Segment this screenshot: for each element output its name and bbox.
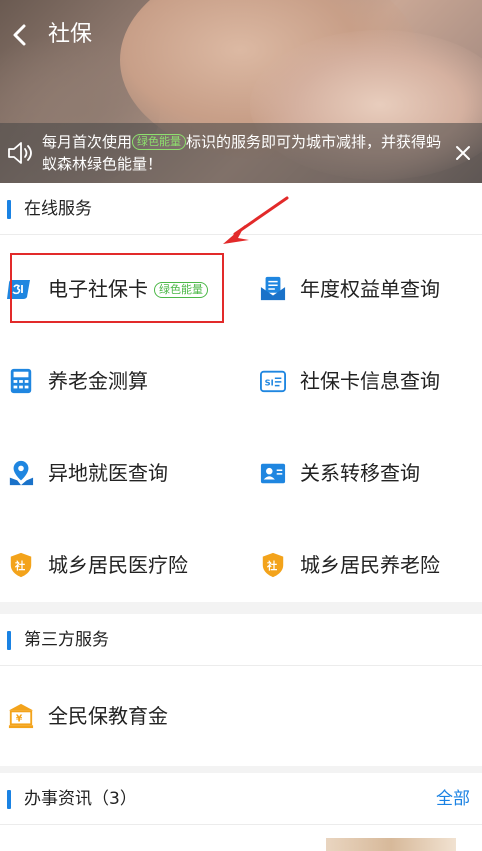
svg-text:社: 社 — [266, 560, 278, 573]
service-annual-statement[interactable]: 年度权益单查询 — [252, 243, 482, 335]
section-header: 在线服务 — [0, 183, 482, 235]
third-party-list: ¥ 全民保教育金 — [0, 666, 482, 766]
section-title: 在线服务 — [24, 199, 92, 219]
service-resident-medical-insurance[interactable]: 社 城乡居民医疗险 — [0, 519, 241, 611]
id-card-icon — [260, 463, 286, 484]
mail-document-icon — [260, 276, 286, 301]
service-label: 养老金测算 — [48, 369, 148, 393]
back-button[interactable] — [6, 18, 34, 52]
section-title: 办事资讯（3） — [24, 789, 137, 809]
service-si-card-info[interactable]: SI 社保卡信息查询 — [252, 335, 482, 427]
green-energy-tag: 绿色能量 — [132, 134, 187, 150]
service-pension-calculator[interactable]: 养老金测算 — [0, 335, 241, 427]
notice-text-before: 每月首次使用 — [42, 133, 133, 151]
section-accent-bar — [7, 631, 11, 650]
section-accent-bar — [7, 200, 11, 219]
service-label: 电子社保卡 绿色能量 — [48, 243, 208, 335]
service-label: 关系转移查询 — [300, 461, 420, 485]
third-party-section: 第三方服务 ¥ 全民保教育金 — [0, 614, 482, 766]
section-header: 第三方服务 — [0, 614, 482, 666]
svg-text:¥: ¥ — [16, 714, 23, 725]
service-resident-pension-insurance[interactable]: 社 城乡居民养老险 — [252, 519, 482, 611]
page-title: 社保 — [48, 22, 93, 47]
bank-yen-icon: ¥ — [8, 703, 34, 729]
notice-bar: 每月首次使用 绿色能量 标识的服务即可为城市减排，并获得蚂蚁森林绿色能量！ — [0, 123, 482, 183]
section-title: 第三方服务 — [24, 630, 109, 650]
service-e-card[interactable]: 电子社保卡 绿色能量 — [0, 243, 241, 335]
calculator-icon — [10, 368, 32, 394]
section-accent-bar — [7, 790, 11, 809]
service-education-fund[interactable]: ¥ 全民保教育金 — [0, 670, 241, 762]
service-label: 城乡居民医疗险 — [48, 553, 188, 577]
news-thumbnail[interactable] — [326, 838, 456, 851]
header-banner: 社保 每月首次使用 绿色能量 标识的服务即可为城市减排，并获得蚂蚁森林绿色能量！ — [0, 0, 482, 183]
chevron-left-icon — [13, 24, 26, 46]
green-energy-badge: 绿色能量 — [154, 282, 208, 298]
online-services-section: 在线服务 电子社保卡 绿色能量 年度权益单查询 养老金测算 SI 社保卡信息查询… — [0, 183, 482, 602]
service-remote-medical[interactable]: 异地就医查询 — [0, 427, 241, 519]
shield-she-icon: 社 — [10, 552, 32, 578]
service-label: 城乡居民养老险 — [300, 553, 440, 577]
close-icon — [456, 146, 470, 160]
service-grid: 电子社保卡 绿色能量 年度权益单查询 养老金测算 SI 社保卡信息查询 异地就医… — [0, 235, 482, 602]
service-transfer-query[interactable]: 关系转移查询 — [252, 427, 482, 519]
service-label: 全民保教育金 — [48, 704, 168, 728]
service-label: 异地就医查询 — [48, 461, 168, 485]
svg-text:SI: SI — [265, 378, 274, 388]
si-card-icon: SI — [260, 370, 286, 393]
service-label: 社保卡信息查询 — [300, 369, 440, 393]
notice-close-button[interactable] — [454, 144, 472, 162]
view-all-link[interactable]: 全部 — [436, 773, 470, 825]
location-person-icon — [9, 460, 34, 486]
service-e-card-label: 电子社保卡 — [48, 277, 148, 301]
notice-text: 每月首次使用 绿色能量 标识的服务即可为城市减排，并获得蚂蚁森林绿色能量！ — [42, 131, 452, 175]
svg-text:社: 社 — [14, 560, 26, 573]
section-header: 办事资讯（3） 全部 — [0, 773, 482, 825]
shield-she-icon: 社 — [262, 552, 284, 578]
service-label: 年度权益单查询 — [300, 277, 440, 301]
page: 社保 每月首次使用 绿色能量 标识的服务即可为城市减排，并获得蚂蚁森林绿色能量！ 在… — [0, 0, 482, 851]
speaker-icon — [8, 142, 32, 164]
e-card-icon — [7, 280, 30, 299]
